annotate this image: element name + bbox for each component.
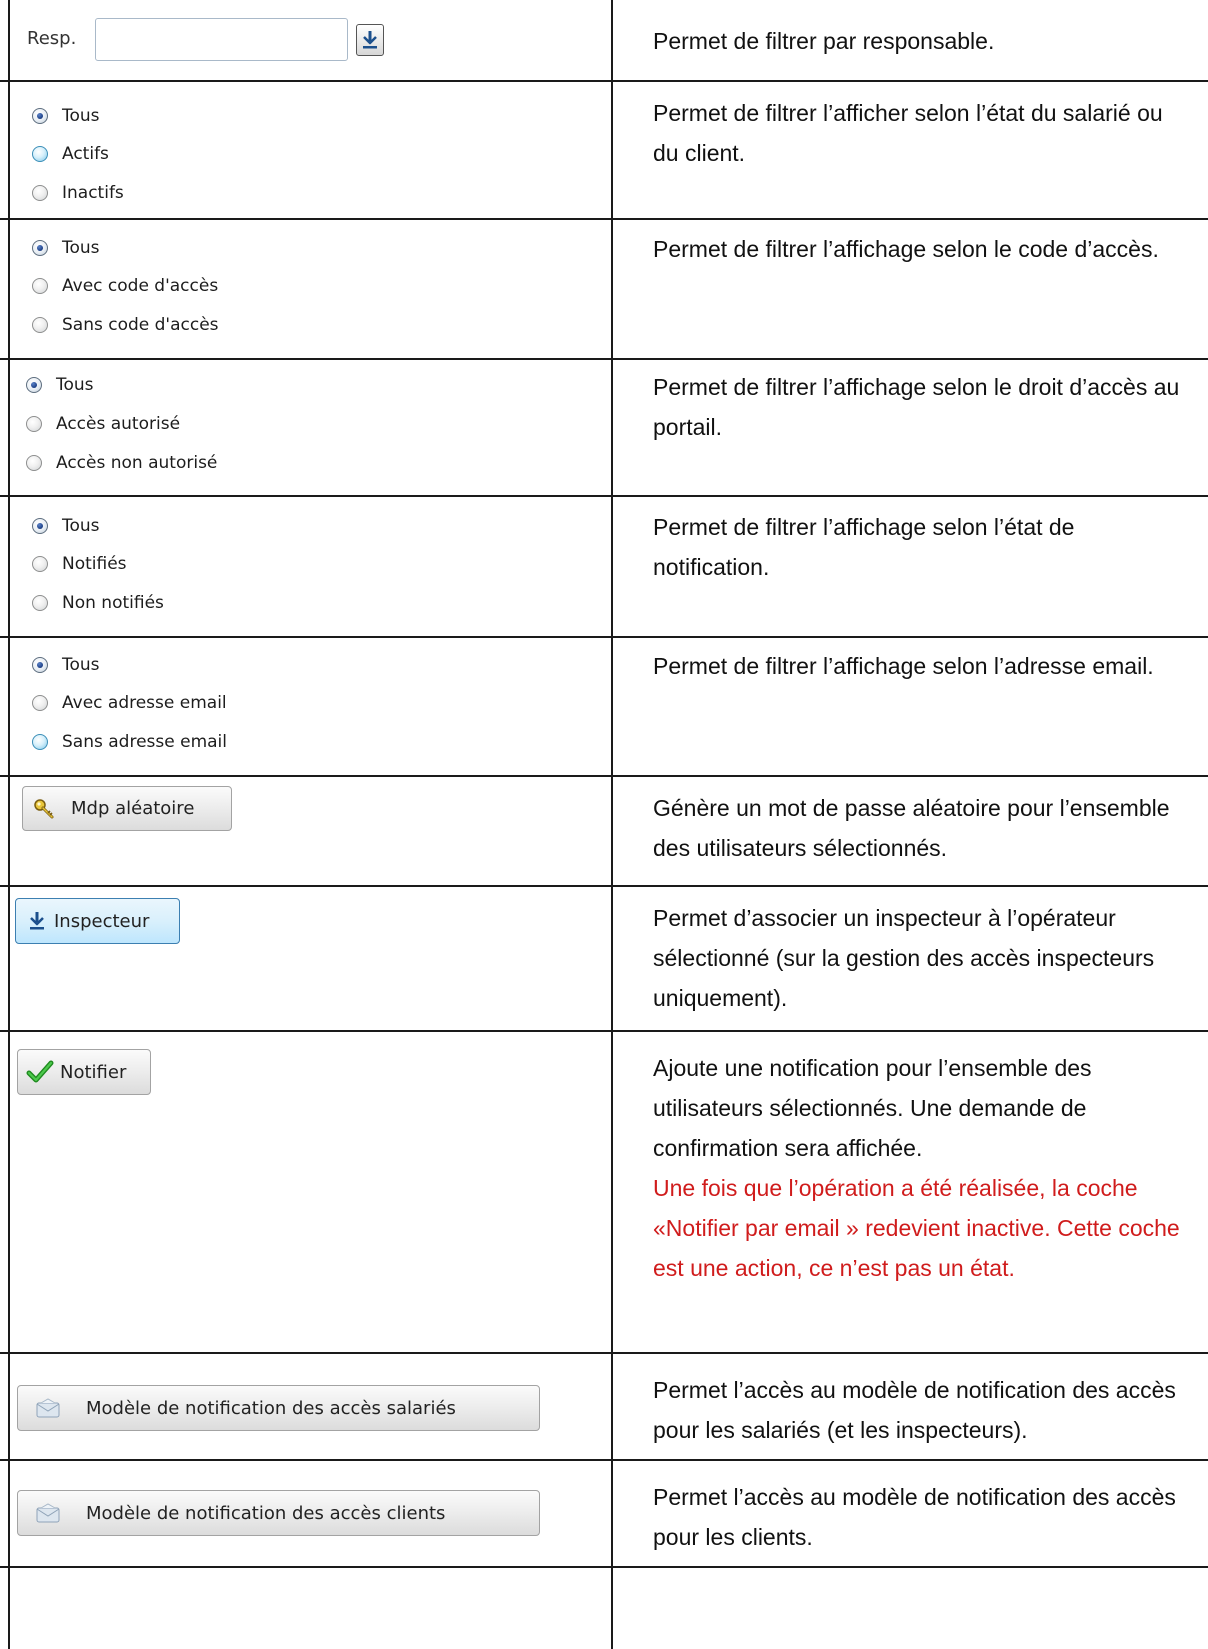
radio-option-sans-code[interactable]: Sans code d'accès — [32, 313, 219, 337]
description: Permet d’associer un inspecteur à l’opér… — [653, 905, 1155, 1011]
radio-checked-icon — [32, 518, 48, 534]
description: Permet de filtrer l’afficher selon l’éta… — [653, 100, 1163, 166]
radio-label: Tous — [62, 238, 100, 258]
mdp-aleatoire-button[interactable]: Mdp aléatoire — [22, 786, 232, 831]
description: Génère un mot de passe aléatoire pour l’… — [653, 795, 1170, 861]
radio-option-sans-email[interactable]: Sans adresse email — [32, 730, 227, 754]
key-icon — [33, 798, 55, 820]
radio-option-notifies[interactable]: Notifiés — [32, 552, 127, 576]
row-divider — [0, 775, 1208, 777]
resp-input[interactable] — [95, 18, 348, 61]
radio-unchecked-icon — [32, 146, 48, 162]
radio-unchecked-icon — [32, 317, 48, 333]
radio-option-actifs[interactable]: Actifs — [32, 142, 109, 166]
radio-option-avec-code[interactable]: Avec code d'accès — [32, 274, 218, 298]
radio-option-avec-email[interactable]: Avec adresse email — [32, 691, 227, 715]
radio-label: Sans code d'accès — [62, 315, 219, 335]
radio-option-tous[interactable]: Tous — [32, 653, 100, 677]
radio-option-non-notifies[interactable]: Non notifiés — [32, 591, 164, 615]
table-left-border — [8, 0, 10, 1649]
row-divider — [0, 636, 1208, 638]
radio-checked-icon — [32, 240, 48, 256]
radio-label: Avec adresse email — [62, 693, 227, 713]
row-divider — [0, 218, 1208, 220]
button-label: Inspecteur — [54, 910, 150, 932]
radio-option-tous[interactable]: Tous — [32, 236, 100, 260]
radio-label: Sans adresse email — [62, 732, 227, 752]
radio-checked-icon — [26, 377, 42, 393]
description-block: Ajoute une notification pour l’ensemble … — [653, 1048, 1193, 1288]
radio-unchecked-icon — [32, 556, 48, 572]
description: Permet de filtrer l’affichage selon l’ad… — [653, 653, 1154, 679]
row-divider — [0, 1459, 1208, 1461]
radio-label: Accès autorisé — [56, 414, 181, 434]
warning-note: Une fois que l’opération a été réalisée,… — [653, 1175, 1180, 1281]
radio-option-tous[interactable]: Tous — [32, 514, 100, 538]
radio-option-tous[interactable]: Tous — [26, 373, 94, 397]
row-divider — [0, 1566, 1208, 1568]
radio-unchecked-icon — [32, 695, 48, 711]
button-label: Modèle de notification des accès salarié… — [86, 1397, 456, 1419]
arrow-down-icon — [28, 910, 46, 932]
modele-notification-clients-button[interactable]: Modèle de notification des accès clients — [17, 1490, 540, 1536]
envelope-icon — [36, 1503, 60, 1523]
radio-label: Avec code d'accès — [62, 276, 219, 296]
row-divider — [0, 1030, 1208, 1032]
radio-checked-icon — [32, 657, 48, 673]
row-divider — [0, 1352, 1208, 1354]
row-divider — [0, 358, 1208, 360]
description: Permet de filtrer l’affichage selon l’ét… — [653, 514, 1075, 580]
description: Permet de filtrer l’affichage selon le c… — [653, 236, 1159, 262]
envelope-icon — [36, 1398, 60, 1418]
notifier-button[interactable]: Notifier — [17, 1049, 151, 1095]
button-label: Modèle de notification des accès clients — [86, 1502, 446, 1524]
modele-notification-salaries-button[interactable]: Modèle de notification des accès salarié… — [17, 1385, 540, 1431]
description: Ajoute une notification pour l’ensemble … — [653, 1055, 1092, 1161]
radio-unchecked-icon — [32, 278, 48, 294]
row-divider — [0, 885, 1208, 887]
checkmark-icon — [26, 1059, 54, 1085]
radio-label: Tous — [56, 375, 94, 395]
radio-unchecked-icon — [26, 416, 42, 432]
radio-label: Tous — [62, 106, 100, 126]
radio-unchecked-icon — [32, 595, 48, 611]
radio-label: Non notifiés — [62, 593, 164, 613]
radio-option-inactifs[interactable]: Inactifs — [32, 181, 124, 205]
radio-label: Tous — [62, 516, 100, 536]
radio-option-acces-autorise[interactable]: Accès autorisé — [26, 412, 180, 436]
radio-checked-icon — [32, 108, 48, 124]
button-label: Mdp aléatoire — [71, 798, 195, 819]
table-column-divider — [611, 0, 613, 1649]
radio-label: Inactifs — [62, 183, 124, 203]
resp-label: Resp. — [27, 28, 77, 49]
inspecteur-button[interactable]: Inspecteur — [15, 898, 180, 944]
row-divider — [0, 80, 1208, 82]
description: Permet l’accès au modèle de notification… — [653, 1377, 1176, 1443]
arrow-down-icon — [363, 31, 377, 49]
radio-label: Tous — [62, 655, 100, 675]
radio-unchecked-icon — [32, 185, 48, 201]
row-divider — [0, 495, 1208, 497]
radio-label: Accès non autorisé — [56, 453, 218, 473]
radio-option-acces-non-autorise[interactable]: Accès non autorisé — [26, 451, 217, 475]
description: Permet l’accès au modèle de notification… — [653, 1484, 1176, 1550]
radio-option-tous[interactable]: Tous — [32, 104, 100, 128]
button-label: Notifier — [60, 1061, 127, 1083]
radio-label: Actifs — [62, 144, 109, 164]
resp-dropdown-button[interactable] — [356, 24, 384, 56]
radio-unchecked-icon — [26, 455, 42, 471]
radio-label: Notifiés — [62, 554, 127, 574]
description: Permet de filtrer l’affichage selon le d… — [653, 374, 1180, 440]
radio-unchecked-icon — [32, 734, 48, 750]
description: Permet de filtrer par responsable. — [653, 28, 995, 54]
